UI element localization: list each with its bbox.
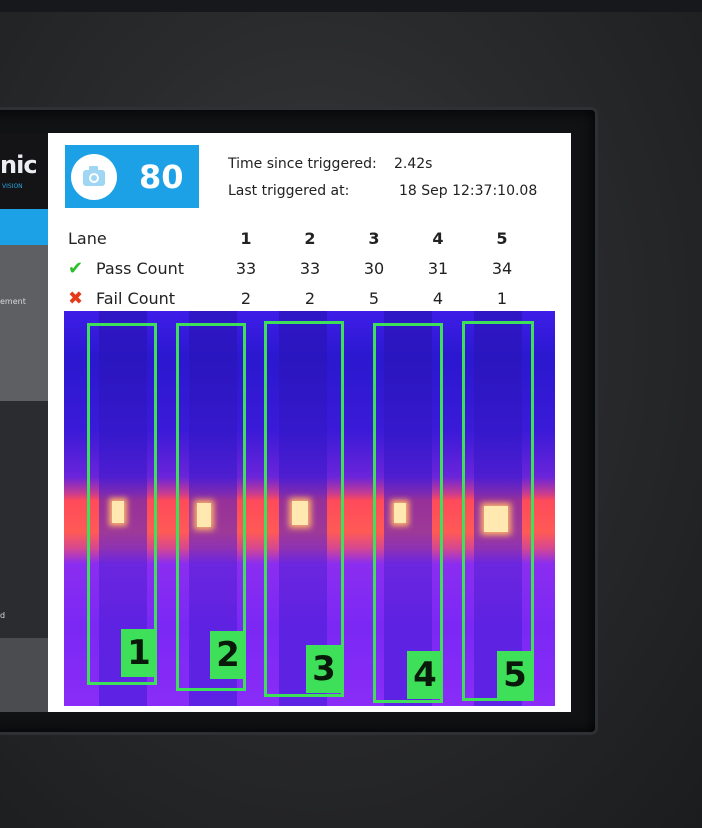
camera-trigger-tile[interactable]: 80 — [65, 145, 199, 208]
table-row: ✖ Fail Count 2 2 5 4 1 — [68, 283, 534, 313]
lane-counts-table: Lane 1 2 3 4 5 ✔ Pass Count 33 33 30 31 … — [68, 223, 534, 313]
fail-count-label: Fail Count — [96, 288, 176, 308]
time-since-value: 2.42s — [394, 156, 433, 172]
lane-5-header: 5 — [496, 228, 508, 248]
main-content: 80 Time since triggered: 2.42s Last trig… — [48, 133, 571, 712]
brand-logo: nic VISION — [0, 133, 48, 209]
lane-4-header: 4 — [432, 228, 444, 248]
pass-count-label-cell: ✔ Pass Count — [68, 253, 214, 283]
lane-roi-3[interactable] — [264, 321, 344, 697]
pass-count-lane-5: 34 — [491, 258, 513, 278]
trigger-count: 80 — [139, 158, 184, 196]
lane-tag-1: 1 — [121, 629, 157, 677]
lane-3-header: 3 — [368, 228, 380, 248]
lane-2-header: 2 — [304, 228, 316, 248]
lane-roi-5[interactable] — [462, 321, 534, 701]
fail-count-lane-4: 4 — [432, 288, 444, 308]
background-top — [0, 0, 702, 12]
lane-header: Lane — [68, 228, 107, 248]
brand-logo-text: nic — [0, 151, 38, 179]
sidebar: nic VISION ement d — [0, 133, 48, 712]
sidebar-item-bottom[interactable] — [0, 638, 48, 712]
thermal-camera-view[interactable]: 1 2 3 4 5 — [64, 311, 555, 706]
cross-icon: ✖ — [68, 287, 84, 309]
pass-count-lane-2: 33 — [299, 258, 321, 278]
sidebar-item-panel[interactable]: ement — [0, 245, 48, 401]
fail-count-label-cell: ✖ Fail Count — [68, 283, 214, 313]
pass-count-lane-1: 33 — [235, 258, 257, 278]
fail-count-lane-2: 2 — [304, 288, 316, 308]
time-since-label: Time since triggered: — [228, 156, 377, 172]
hmi-screen: nic VISION ement d 80 Time since trigger… — [0, 133, 571, 712]
lane-tag-5: 5 — [497, 651, 533, 699]
sidebar-item-active[interactable] — [0, 209, 48, 245]
lane-roi-4[interactable] — [373, 323, 443, 703]
last-triggered-value: 18 Sep 12:37:10.08 — [399, 183, 538, 199]
sidebar-item-label: ement — [0, 297, 26, 306]
check-icon: ✔ — [68, 257, 84, 279]
pass-count-lane-3: 30 — [363, 258, 385, 278]
fail-count-lane-5: 1 — [496, 288, 508, 308]
lane-tag-2: 2 — [210, 631, 246, 679]
brand-logo-subtitle: VISION — [2, 183, 23, 190]
pass-count-label: Pass Count — [96, 258, 185, 278]
lane-1-header: 1 — [240, 228, 252, 248]
camera-icon — [71, 154, 117, 200]
fail-count-lane-1: 2 — [240, 288, 252, 308]
sidebar-item-label: d — [0, 611, 6, 620]
lane-tag-3: 3 — [306, 645, 342, 693]
last-triggered-label: Last triggered at: — [228, 183, 350, 199]
fail-count-lane-3: 5 — [368, 288, 380, 308]
table-row: ✔ Pass Count 33 33 30 31 34 — [68, 253, 534, 283]
table-header-row: Lane 1 2 3 4 5 — [68, 223, 534, 253]
pass-count-lane-4: 31 — [427, 258, 449, 278]
lane-tag-4: 4 — [407, 651, 443, 699]
